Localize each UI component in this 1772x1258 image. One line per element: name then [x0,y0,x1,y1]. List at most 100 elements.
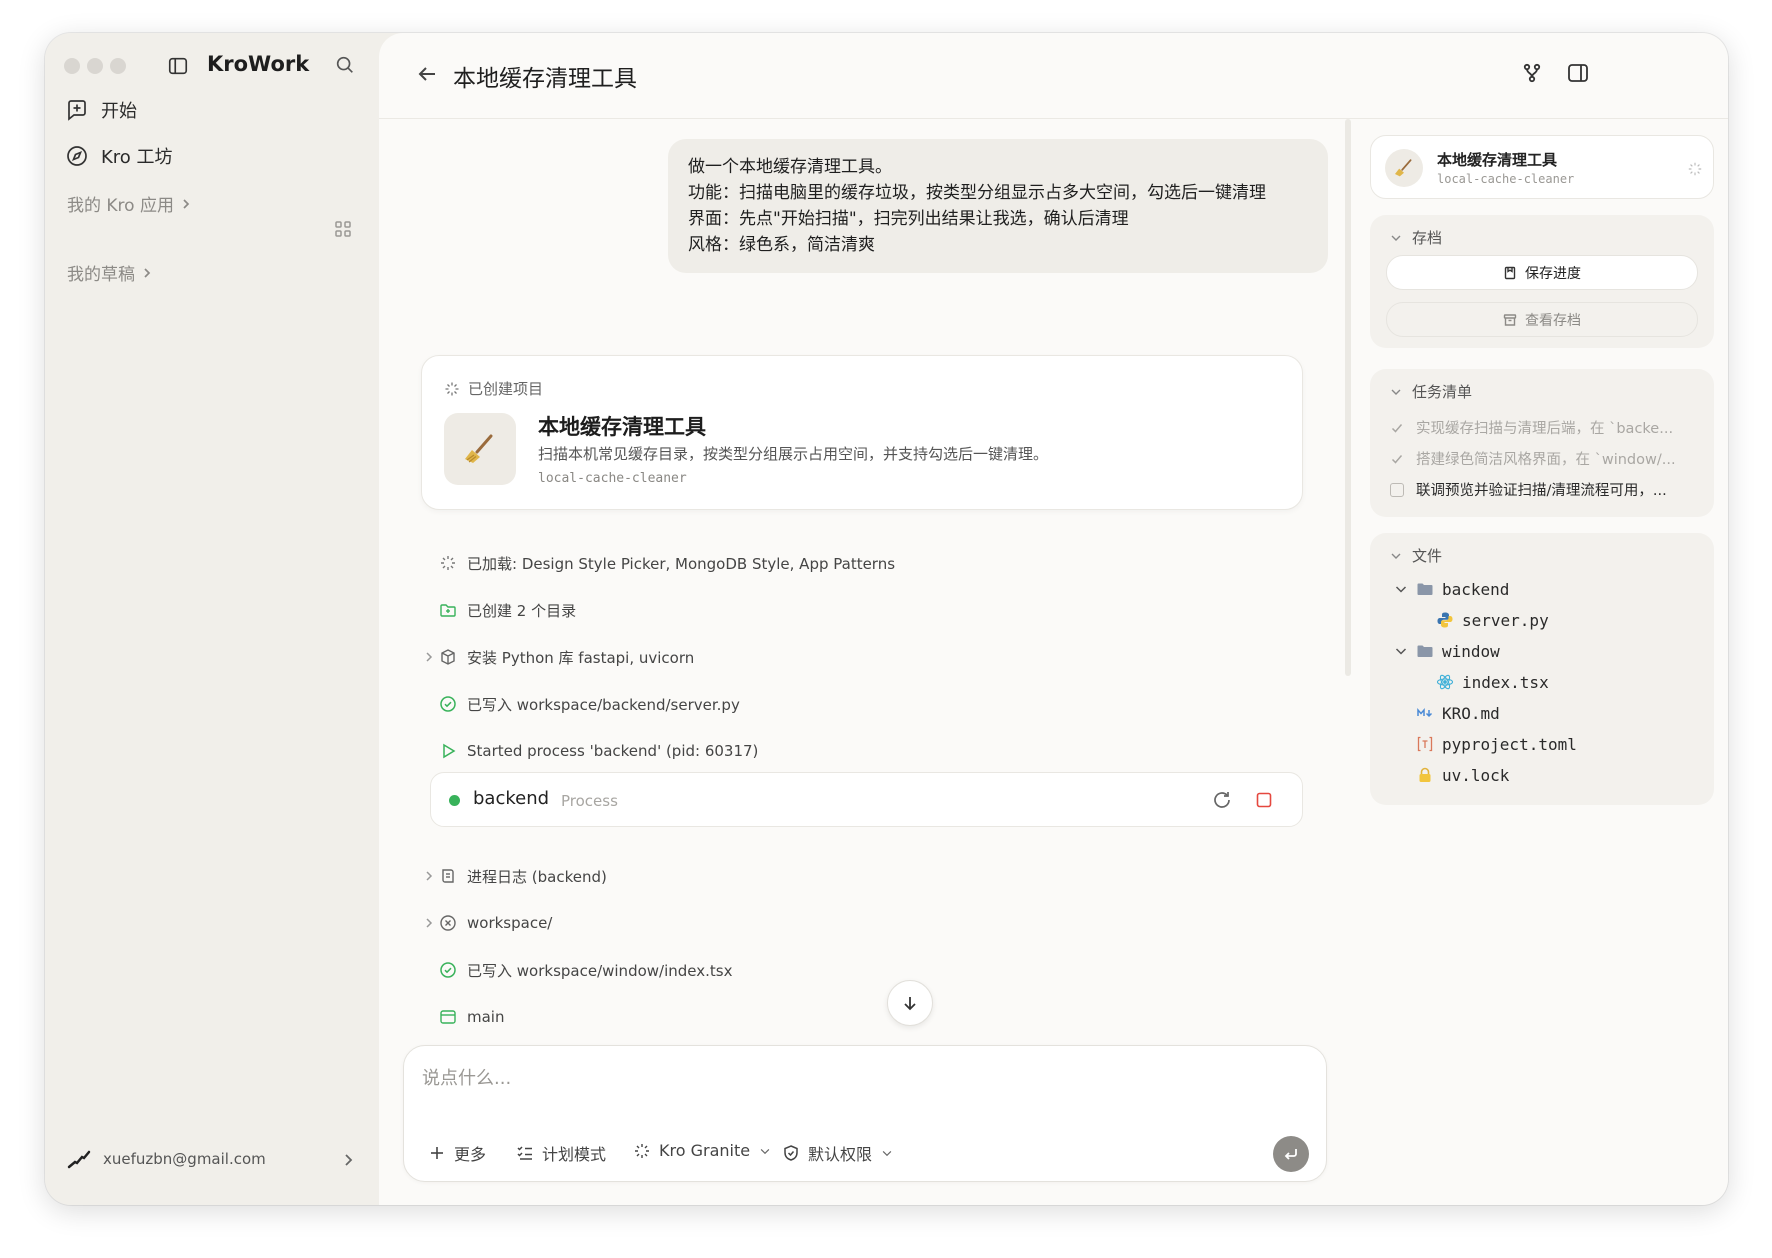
archive-header[interactable]: 存档 [1390,227,1442,248]
step-item: 已加载: Design Style Picker, MongoDB Style,… [439,551,895,575]
task-item[interactable]: 搭建绿色简洁风格界面，在 `window/... [1390,448,1676,469]
chevron-down-icon [1391,553,1401,559]
panel-scrollbar[interactable] [1345,119,1351,676]
task-checkbox[interactable] [1390,482,1404,497]
folder-icon [1417,583,1433,595]
step-item[interactable]: workspace/ [439,911,552,935]
main-area: 本地缓存清理工具 做一个本地缓存清理工具。 功能：扫描电脑里的缓存垃圾，按类型分… [379,33,1728,1205]
chevron-right-icon[interactable] [340,1151,356,1169]
window-close-button[interactable] [64,58,80,74]
project-card[interactable]: 已创建项目 本地缓存清理工具 扫描本机常见缓存目录，按类型分组展示占用空间，并支… [421,355,1303,510]
message-line: 功能：扫描电脑里的缓存垃圾，按类型分组显示占多大空间，勾选后一键清理 [688,183,1266,203]
chevron-down-icon [1391,389,1401,395]
task-item[interactable]: 联调预览并验证扫描/清理流程可用，... [1390,479,1667,500]
my-drafts-section[interactable]: 我的草稿 [67,260,153,285]
my-drafts-label: 我的草稿 [67,265,135,285]
grid-icon[interactable] [334,220,352,238]
sidebar-item-label: 开始 [101,101,137,122]
window-zoom-button[interactable] [110,58,126,74]
file-tree-file[interactable]: index.tsx [1436,671,1549,693]
new-chat-icon [68,100,86,121]
send-button[interactable] [1273,1136,1309,1172]
chevron-down-icon[interactable] [1394,582,1408,596]
restart-icon[interactable] [1211,789,1233,811]
chevron-right-icon[interactable] [423,916,435,930]
user-account[interactable]: xuefuzbn@gmail.com [67,1149,266,1169]
chevron-right-icon [144,267,151,278]
archive-section: 存档 保存进度 查看存档 [1370,215,1714,348]
back-arrow-icon[interactable] [415,62,439,86]
chevron-down-icon [882,1151,892,1157]
log-icon [442,869,454,883]
my-apps-section[interactable]: 我的 Kro 应用 [67,191,192,216]
model-selector[interactable]: Kro Granite [633,1141,772,1160]
files-header[interactable]: 文件 [1390,545,1442,566]
step-item[interactable]: 安装 Python 库 fastapi, uvicorn [439,645,694,669]
scroll-down-button[interactable] [887,980,933,1026]
sidebar-item-kro-workshop[interactable]: Kro 工坊 [65,141,173,171]
page-title: 本地缓存清理工具 [453,66,637,92]
file-name: backend [1442,579,1510,599]
app-name: KroWork [207,52,310,76]
sparkle-icon[interactable] [1687,161,1703,177]
file-name: server.py [1462,610,1549,630]
file-tree-folder[interactable]: window [1416,640,1500,662]
search-icon[interactable] [334,54,356,76]
check-icon [1391,423,1403,433]
step-item: 已写入 workspace/window/index.tsx [439,958,732,982]
right-panel-toggle-icon[interactable] [1566,61,1590,85]
step-text: 安装 Python 库 fastapi, uvicorn [467,648,695,667]
chevron-down-icon [760,1148,770,1154]
sidebar: KroWork 开始 Kro 工坊 我的 Kro 应用 我的草稿 xuefuzb… [45,33,379,1205]
step-text: workspace/ [467,914,553,932]
right-project-card[interactable]: 本地缓存清理工具 local-cache-cleaner [1370,135,1714,199]
right-project-title: 本地缓存清理工具 [1437,151,1558,169]
chevron-down-icon[interactable] [1394,644,1408,658]
file-name: uv.lock [1442,765,1510,785]
permission-selector[interactable]: 默认权限 [782,1141,894,1165]
save-progress-label: 保存进度 [1525,265,1581,282]
project-card-header: 已创建项目 [444,378,543,399]
message-line: 做一个本地缓存清理工具。 [688,157,892,177]
window-minimize-button[interactable] [87,58,103,74]
step-item[interactable]: 进程日志 (backend) [439,864,607,888]
tasks-section: 任务清单 实现缓存扫描与清理后端，在 `backe... 搭建绿色简洁风格界面，… [1370,369,1714,517]
more-button[interactable]: 更多 [428,1141,486,1165]
file-name: pyproject.toml [1442,734,1577,754]
process-name: backend [473,788,550,809]
tasks-label: 任务清单 [1412,383,1473,401]
step-text: Started process 'backend' (pid: 60317) [467,742,759,760]
message-composer[interactable]: 说点什么... 更多 计划模式 Kro Granite 默认权限 [403,1045,1327,1182]
view-archive-button[interactable]: 查看存档 [1386,302,1698,337]
step-item: 已写入 workspace/backend/server.py [439,692,740,716]
sparkle-icon [635,1143,649,1158]
task-item[interactable]: 实现缓存扫描与清理后端，在 `backe... [1390,417,1673,438]
stop-icon[interactable] [1253,789,1275,811]
chevron-right-icon[interactable] [423,650,435,664]
step-text: 已写入 workspace/backend/server.py [467,695,740,714]
file-tree-file[interactable]: pyproject.toml [1416,733,1577,755]
user-email: xuefuzbn@gmail.com [103,1150,266,1168]
lock-icon [1419,767,1431,782]
chevron-right-icon[interactable] [423,869,435,883]
file-tree-file[interactable]: uv.lock [1416,764,1509,786]
plan-mode-button[interactable]: 计划模式 [516,1141,606,1165]
sidebar-toggle-icon[interactable] [167,55,189,77]
message-input[interactable]: 说点什么... [422,1064,511,1090]
right-panel: 本地缓存清理工具 local-cache-cleaner 存档 保存进度 查看存… [1358,119,1728,1205]
file-tree-folder[interactable]: backend [1416,578,1509,600]
task-text: 联调预览并验证扫描/清理流程可用，... [1416,483,1667,499]
project-title: 本地缓存清理工具 [538,415,706,439]
archive-box-icon [1503,313,1517,326]
file-tree-file[interactable]: KRO.md [1416,702,1500,724]
task-text: 实现缓存扫描与清理后端，在 `backe... [1416,421,1674,437]
chevron-down-icon [1391,235,1401,241]
tasks-header[interactable]: 任务清单 [1390,381,1472,402]
play-icon [443,743,456,759]
sidebar-item-start[interactable]: 开始 [65,95,137,125]
step-text: 已写入 workspace/window/index.tsx [467,961,733,980]
save-progress-button[interactable]: 保存进度 [1386,255,1698,290]
window-icon [440,1010,456,1024]
file-tree-file[interactable]: server.py [1436,609,1549,631]
git-branch-icon[interactable] [1520,61,1544,85]
